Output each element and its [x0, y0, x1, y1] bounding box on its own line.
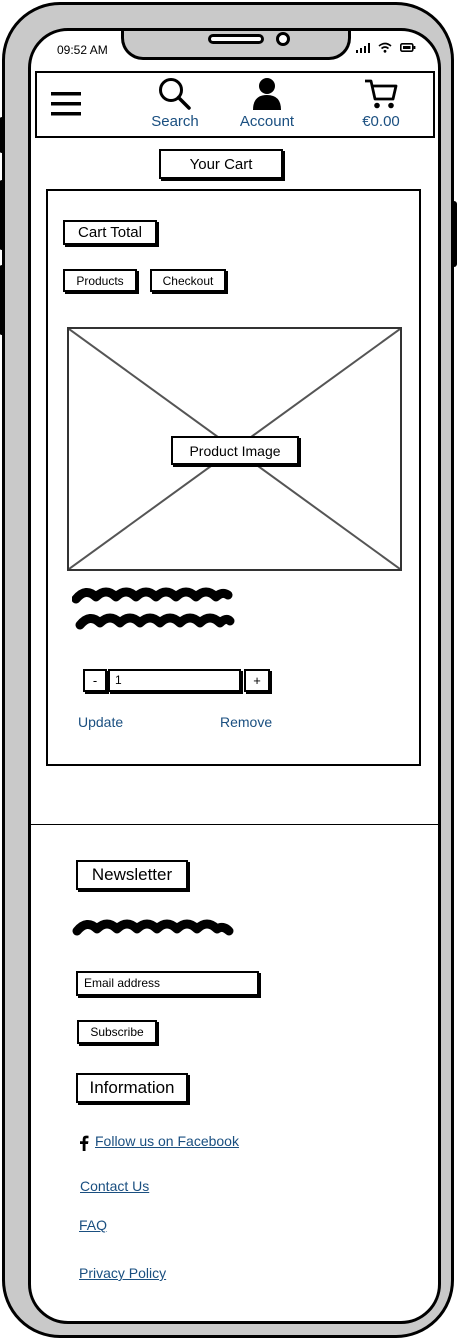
quantity-decrease-button[interactable]: - — [83, 669, 107, 692]
subscribe-button[interactable]: Subscribe — [77, 1020, 157, 1044]
menu-button[interactable] — [51, 90, 81, 118]
page-title: Your Cart — [159, 149, 283, 179]
privacy-policy-link[interactable]: Privacy Policy — [79, 1265, 166, 1281]
hamburger-icon — [51, 92, 81, 116]
status-time: 09:52 AM — [57, 43, 108, 57]
signal-icon — [356, 42, 370, 53]
search-label: Search — [151, 113, 199, 130]
cart-total-label: €0.00 — [362, 113, 400, 130]
mute-switch — [0, 117, 5, 153]
camera — [276, 32, 290, 46]
account-icon — [253, 78, 281, 110]
top-nav: Search Account €0.00 — [35, 71, 435, 138]
facebook-link[interactable]: Follow us on Facebook — [95, 1133, 239, 1149]
volume-down-button — [0, 265, 5, 335]
information-heading: Information — [76, 1073, 188, 1103]
account-button[interactable]: Account — [231, 77, 303, 130]
newsletter-heading: Newsletter — [76, 860, 188, 890]
phone-frame: 09:52 AM Search Account €0.00 Your Cart … — [0, 2, 457, 1338]
cart-total-heading: Cart Total — [63, 220, 157, 245]
wifi-icon — [378, 42, 392, 53]
quantity-input[interactable]: 1 — [108, 669, 241, 692]
speaker — [208, 34, 264, 44]
email-field[interactable]: Email address — [76, 971, 259, 996]
search-icon — [159, 78, 191, 110]
volume-up-button — [0, 180, 5, 250]
product-name-scribble — [72, 587, 235, 630]
product-image-label: Product Image — [171, 436, 299, 465]
cart-panel: Cart Total Products Checkout Product Ima… — [46, 189, 421, 766]
quantity-stepper: - 1 + — [83, 669, 273, 694]
facebook-icon — [80, 1135, 89, 1151]
status-icons — [356, 42, 416, 53]
products-button[interactable]: Products — [63, 269, 137, 292]
notch — [121, 31, 351, 60]
product-image-placeholder: Product Image — [67, 327, 402, 571]
update-link[interactable]: Update — [78, 714, 123, 730]
cart-button[interactable]: €0.00 — [353, 77, 409, 130]
contact-us-link[interactable]: Contact Us — [80, 1178, 149, 1194]
section-divider — [31, 824, 438, 825]
power-button — [451, 201, 457, 267]
account-label: Account — [239, 113, 295, 130]
search-button[interactable]: Search — [145, 77, 205, 130]
remove-link[interactable]: Remove — [220, 714, 272, 730]
checkout-button[interactable]: Checkout — [150, 269, 226, 292]
screen: 09:52 AM Search Account €0.00 Your Cart … — [28, 28, 441, 1324]
faq-link[interactable]: FAQ — [79, 1217, 107, 1233]
newsletter-text-scribble — [72, 919, 234, 936]
quantity-increase-button[interactable]: + — [244, 669, 270, 692]
cart-icon — [365, 79, 398, 109]
battery-icon — [400, 43, 416, 52]
